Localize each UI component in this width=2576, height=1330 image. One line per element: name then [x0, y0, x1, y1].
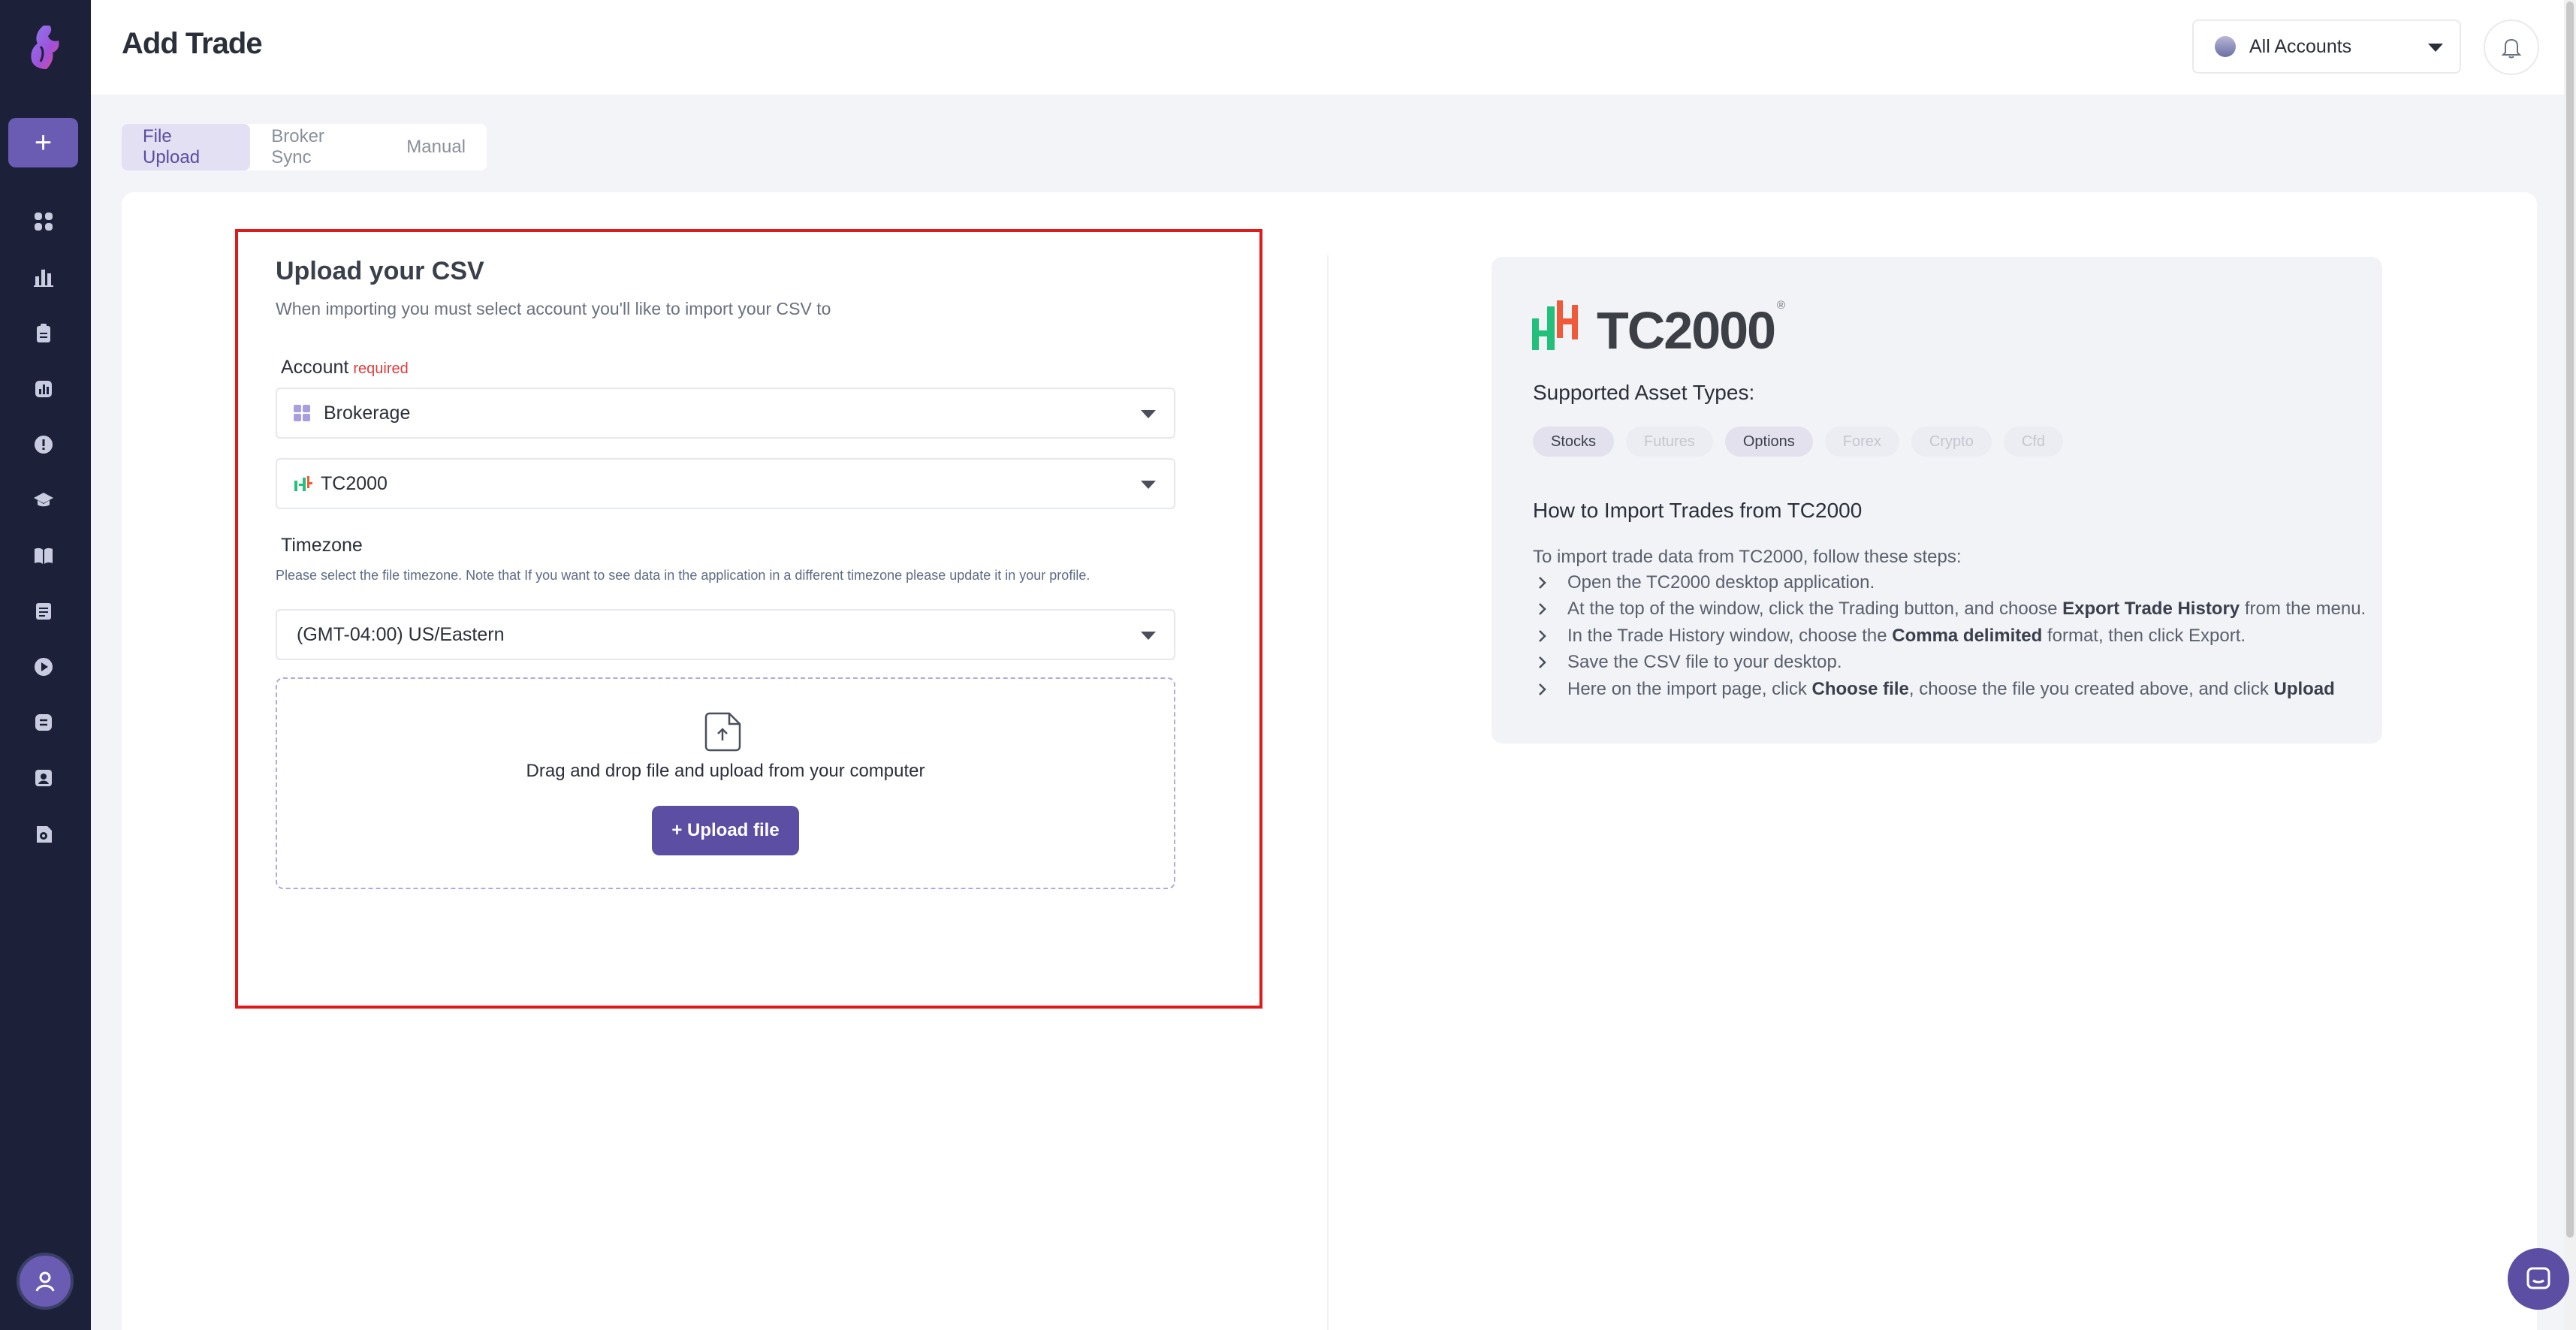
replay-icon[interactable]	[32, 656, 55, 678]
chevron-down-icon	[2428, 44, 2443, 52]
list-item: At the top of the window, click the Trad…	[1533, 596, 2366, 623]
account-avatar-icon	[2215, 36, 2236, 57]
notebook-icon[interactable]	[32, 600, 55, 623]
list-item: Open the TC2000 desktop application.	[1533, 569, 2366, 596]
account-selector-label: All Accounts	[2249, 35, 2352, 57]
timezone-note: Please select the file timezone. Note th…	[276, 568, 1090, 583]
list-item: In the Trade History window, choose the …	[1533, 623, 2366, 650]
dropzone-text: Drag and drop file and upload from your …	[526, 761, 925, 781]
page-title: Add Trade	[122, 27, 263, 60]
asset-chip-forex: Forex	[1824, 427, 1899, 457]
tab-file-upload[interactable]: File Upload	[122, 124, 251, 170]
import-steps-list: Open the TC2000 desktop application. At …	[1533, 569, 2366, 703]
broker-dropdown[interactable]: TC2000	[276, 458, 1175, 509]
all-accounts-dropdown[interactable]: All Accounts	[2192, 20, 2461, 74]
chevron-down-icon	[1141, 410, 1156, 418]
alert-icon[interactable]	[32, 433, 55, 456]
supported-assets-title: Supported Asset Types:	[1533, 381, 1755, 404]
asset-chip-futures: Futures	[1626, 427, 1713, 457]
playbook-icon[interactable]	[32, 544, 55, 567]
profile-card-icon[interactable]	[32, 767, 55, 789]
file-dropzone[interactable]	[276, 677, 1175, 889]
chat-icon	[2526, 1267, 2550, 1289]
timezone-dropdown[interactable]: (GMT-04:00) US/Eastern	[276, 609, 1175, 660]
brand-logo-icon[interactable]	[27, 24, 65, 71]
account-label: Account required	[281, 357, 409, 378]
resources-icon[interactable]	[32, 823, 55, 846]
asset-chip-options: Options	[1724, 427, 1813, 457]
bell-icon	[2501, 38, 2522, 59]
account-value: Brokerage	[324, 402, 411, 424]
sidebar: +	[0, 0, 91, 1330]
backtest-icon[interactable]	[32, 711, 55, 734]
howto-intro: To import trade data from TC2000, follow…	[1533, 547, 1962, 567]
reports-icon[interactable]	[32, 266, 55, 288]
file-upload-icon	[704, 712, 741, 752]
page-scrollbar[interactable]	[2564, 0, 2576, 1330]
account-grid-icon	[294, 405, 310, 421]
upload-file-button[interactable]: + Upload file	[652, 806, 799, 855]
tab-broker-sync[interactable]: Broker Sync	[250, 124, 385, 170]
asset-chip-stocks: Stocks	[1533, 427, 1615, 457]
chevron-right-icon	[1533, 653, 1552, 672]
chevron-right-icon	[1533, 573, 1552, 593]
list-item: Save the CSV file to your desktop.	[1533, 650, 2366, 677]
chevron-right-icon	[1533, 599, 1552, 619]
list-item: Here on the import page, click Choose fi…	[1533, 676, 2366, 703]
user-icon	[35, 1271, 55, 1292]
timezone-label: Timezone	[281, 535, 363, 556]
user-avatar-button[interactable]	[17, 1253, 74, 1310]
notifications-button[interactable]	[2484, 20, 2539, 75]
tab-manual[interactable]: Manual	[385, 124, 487, 170]
section-divider	[1327, 255, 1329, 1330]
import-method-tabs: File Upload Broker Sync Manual	[122, 124, 487, 170]
timezone-value: (GMT-04:00) US/Eastern	[297, 623, 505, 645]
tc2000-logo-text: TC2000	[1597, 301, 1776, 360]
asset-chip-crypto: Crypto	[1911, 427, 1992, 457]
chevron-down-icon	[1141, 481, 1156, 489]
support-chat-button[interactable]	[2508, 1248, 2569, 1310]
analytics-icon[interactable]	[32, 378, 55, 400]
chevron-right-icon	[1533, 626, 1552, 646]
scrollbar-thumb[interactable]	[2566, 2, 2574, 1238]
asset-chip-cfd: Cfd	[2003, 427, 2063, 457]
broker-value: TC2000	[321, 472, 388, 494]
tc2000-mini-logo-icon	[294, 476, 312, 491]
account-dropdown[interactable]: Brokerage	[276, 388, 1175, 439]
registered-mark: ®	[1777, 299, 1786, 312]
add-trade-button[interactable]: +	[8, 118, 78, 167]
journal-icon[interactable]	[32, 322, 55, 345]
asset-types-list: Stocks Futures Options Forex Crypto Cfd	[1533, 427, 2063, 457]
chevron-down-icon	[1141, 632, 1156, 640]
dashboard-icon[interactable]	[32, 210, 55, 233]
top-header: Add Trade All Accounts	[91, 0, 2576, 95]
required-label: required	[353, 360, 409, 377]
howto-title: How to Import Trades from TC2000	[1533, 499, 1863, 522]
upload-subtitle: When importing you must select account y…	[276, 299, 831, 318]
education-icon[interactable]	[32, 489, 55, 511]
upload-title: Upload your CSV	[276, 257, 484, 285]
chevron-right-icon	[1533, 680, 1552, 699]
